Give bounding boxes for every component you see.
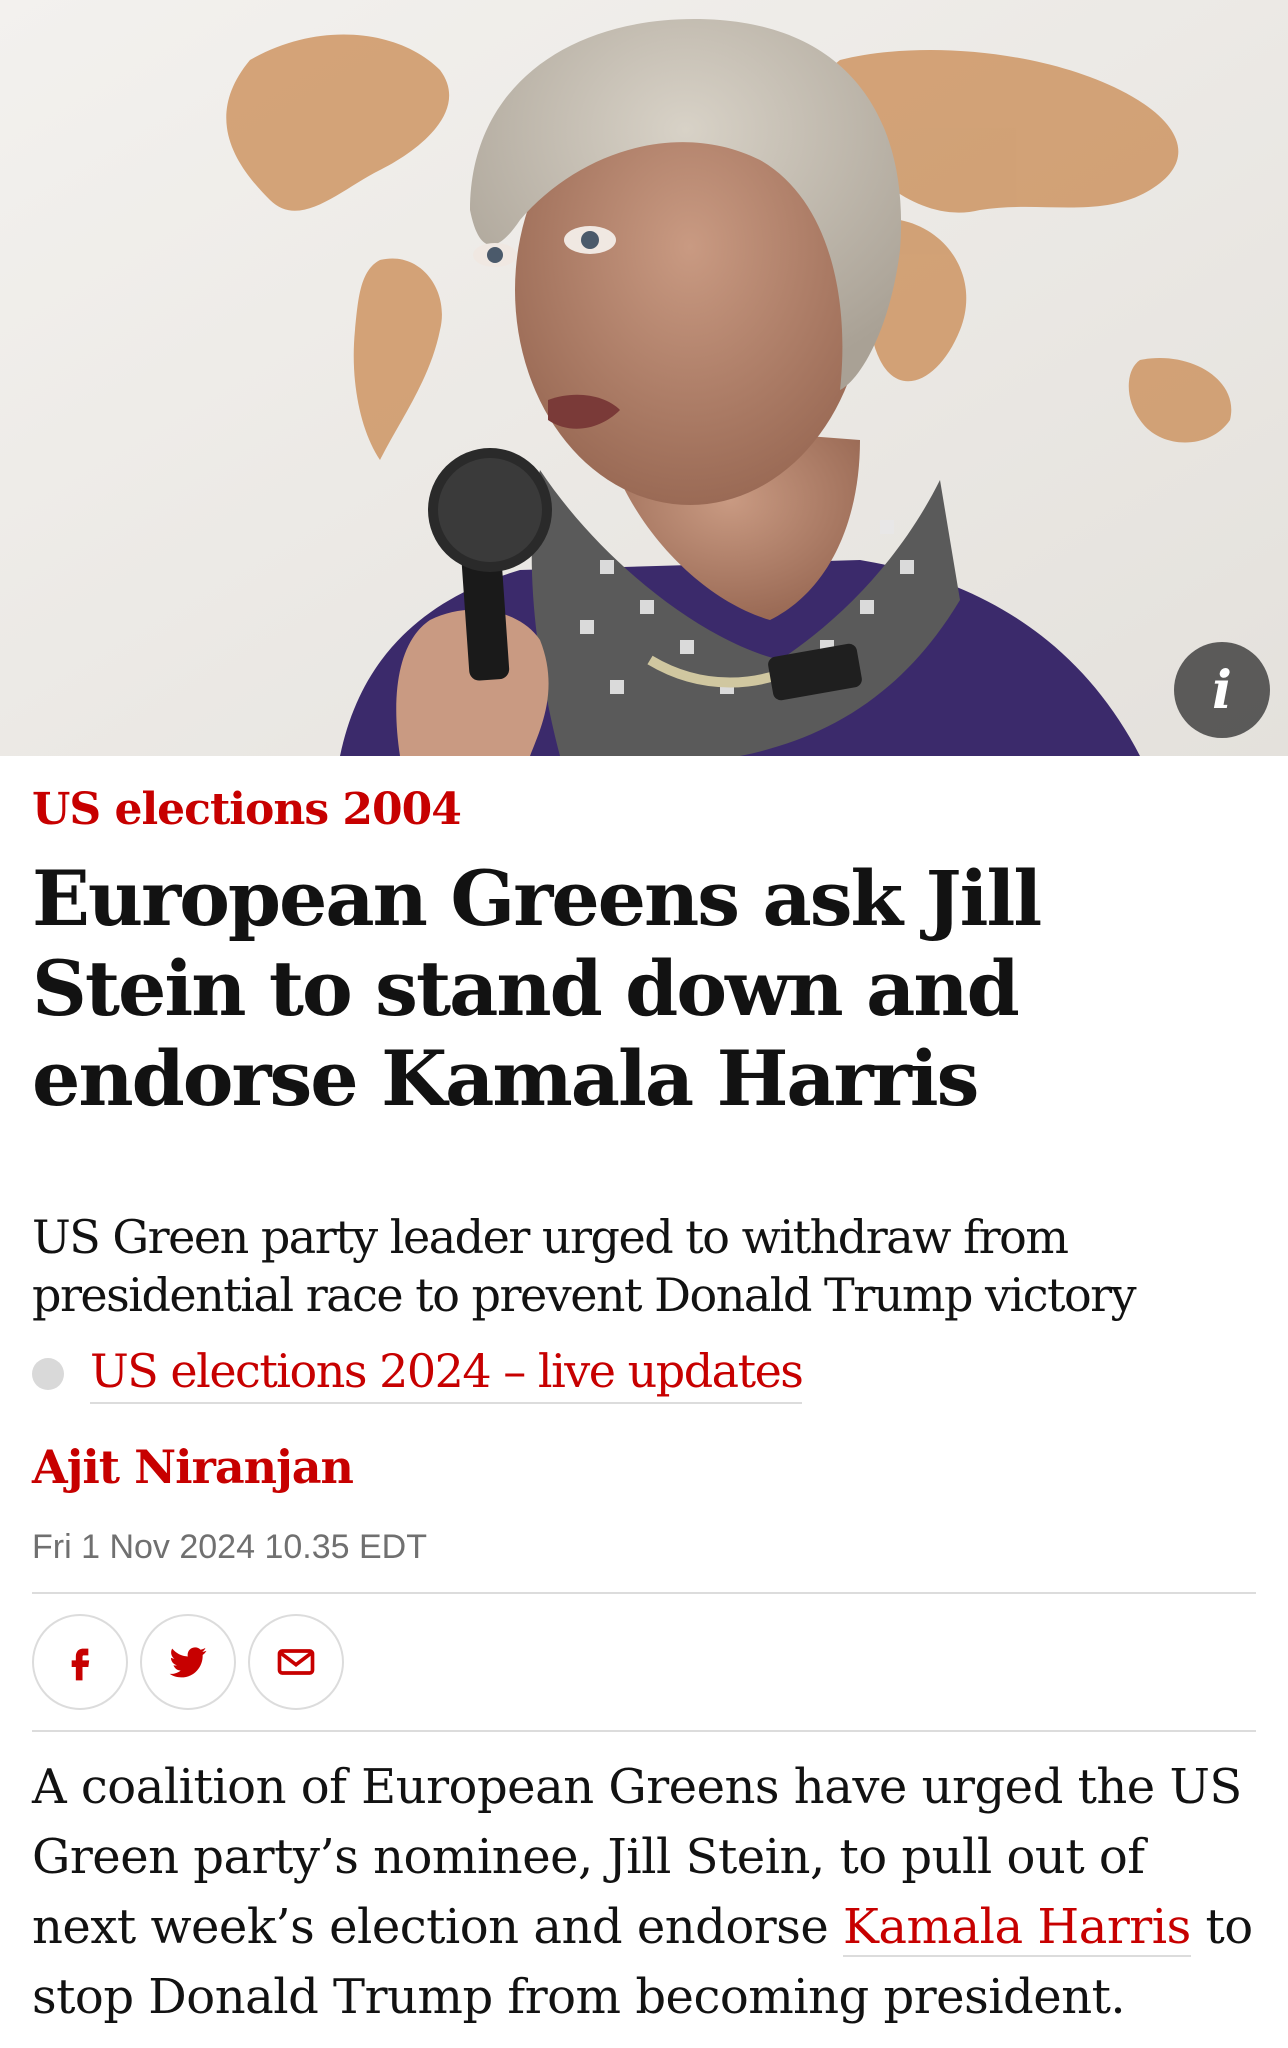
author-byline[interactable]: Ajit Niranjan <box>32 1440 354 1494</box>
facebook-icon <box>71 1648 90 1681</box>
twitter-share-button[interactable] <box>140 1614 236 1710</box>
article-standfirst: US Green party leader urged to withdraw … <box>32 1210 1137 1322</box>
hero-image: i <box>0 0 1288 756</box>
live-updates-label[interactable]: US elections 2024 – live updates <box>90 1344 804 1404</box>
share-bar <box>32 1614 344 1710</box>
live-updates-link[interactable]: US elections 2024 – live updates <box>32 1344 804 1404</box>
kamala-harris-link[interactable]: Kamala Harris <box>843 1899 1191 1957</box>
live-dot-icon <box>32 1358 64 1390</box>
publish-date: Fri 1 Nov 2024 10.35 EDT <box>32 1528 427 1566</box>
article-headline: European Greens ask Jill Stein to stand … <box>32 854 1042 1123</box>
divider-top <box>32 1592 1256 1594</box>
twitter-icon <box>169 1647 207 1678</box>
hero-photo <box>0 0 1288 756</box>
email-icon <box>277 1649 315 1675</box>
info-icon[interactable]: i <box>1174 642 1270 738</box>
email-share-button[interactable] <box>248 1614 344 1710</box>
article-body-paragraph: A coalition of European Greens have urge… <box>32 1752 1262 2032</box>
section-kicker[interactable]: US elections 2004 <box>32 784 462 835</box>
facebook-share-button[interactable] <box>32 1614 128 1710</box>
divider-bottom <box>32 1730 1256 1732</box>
